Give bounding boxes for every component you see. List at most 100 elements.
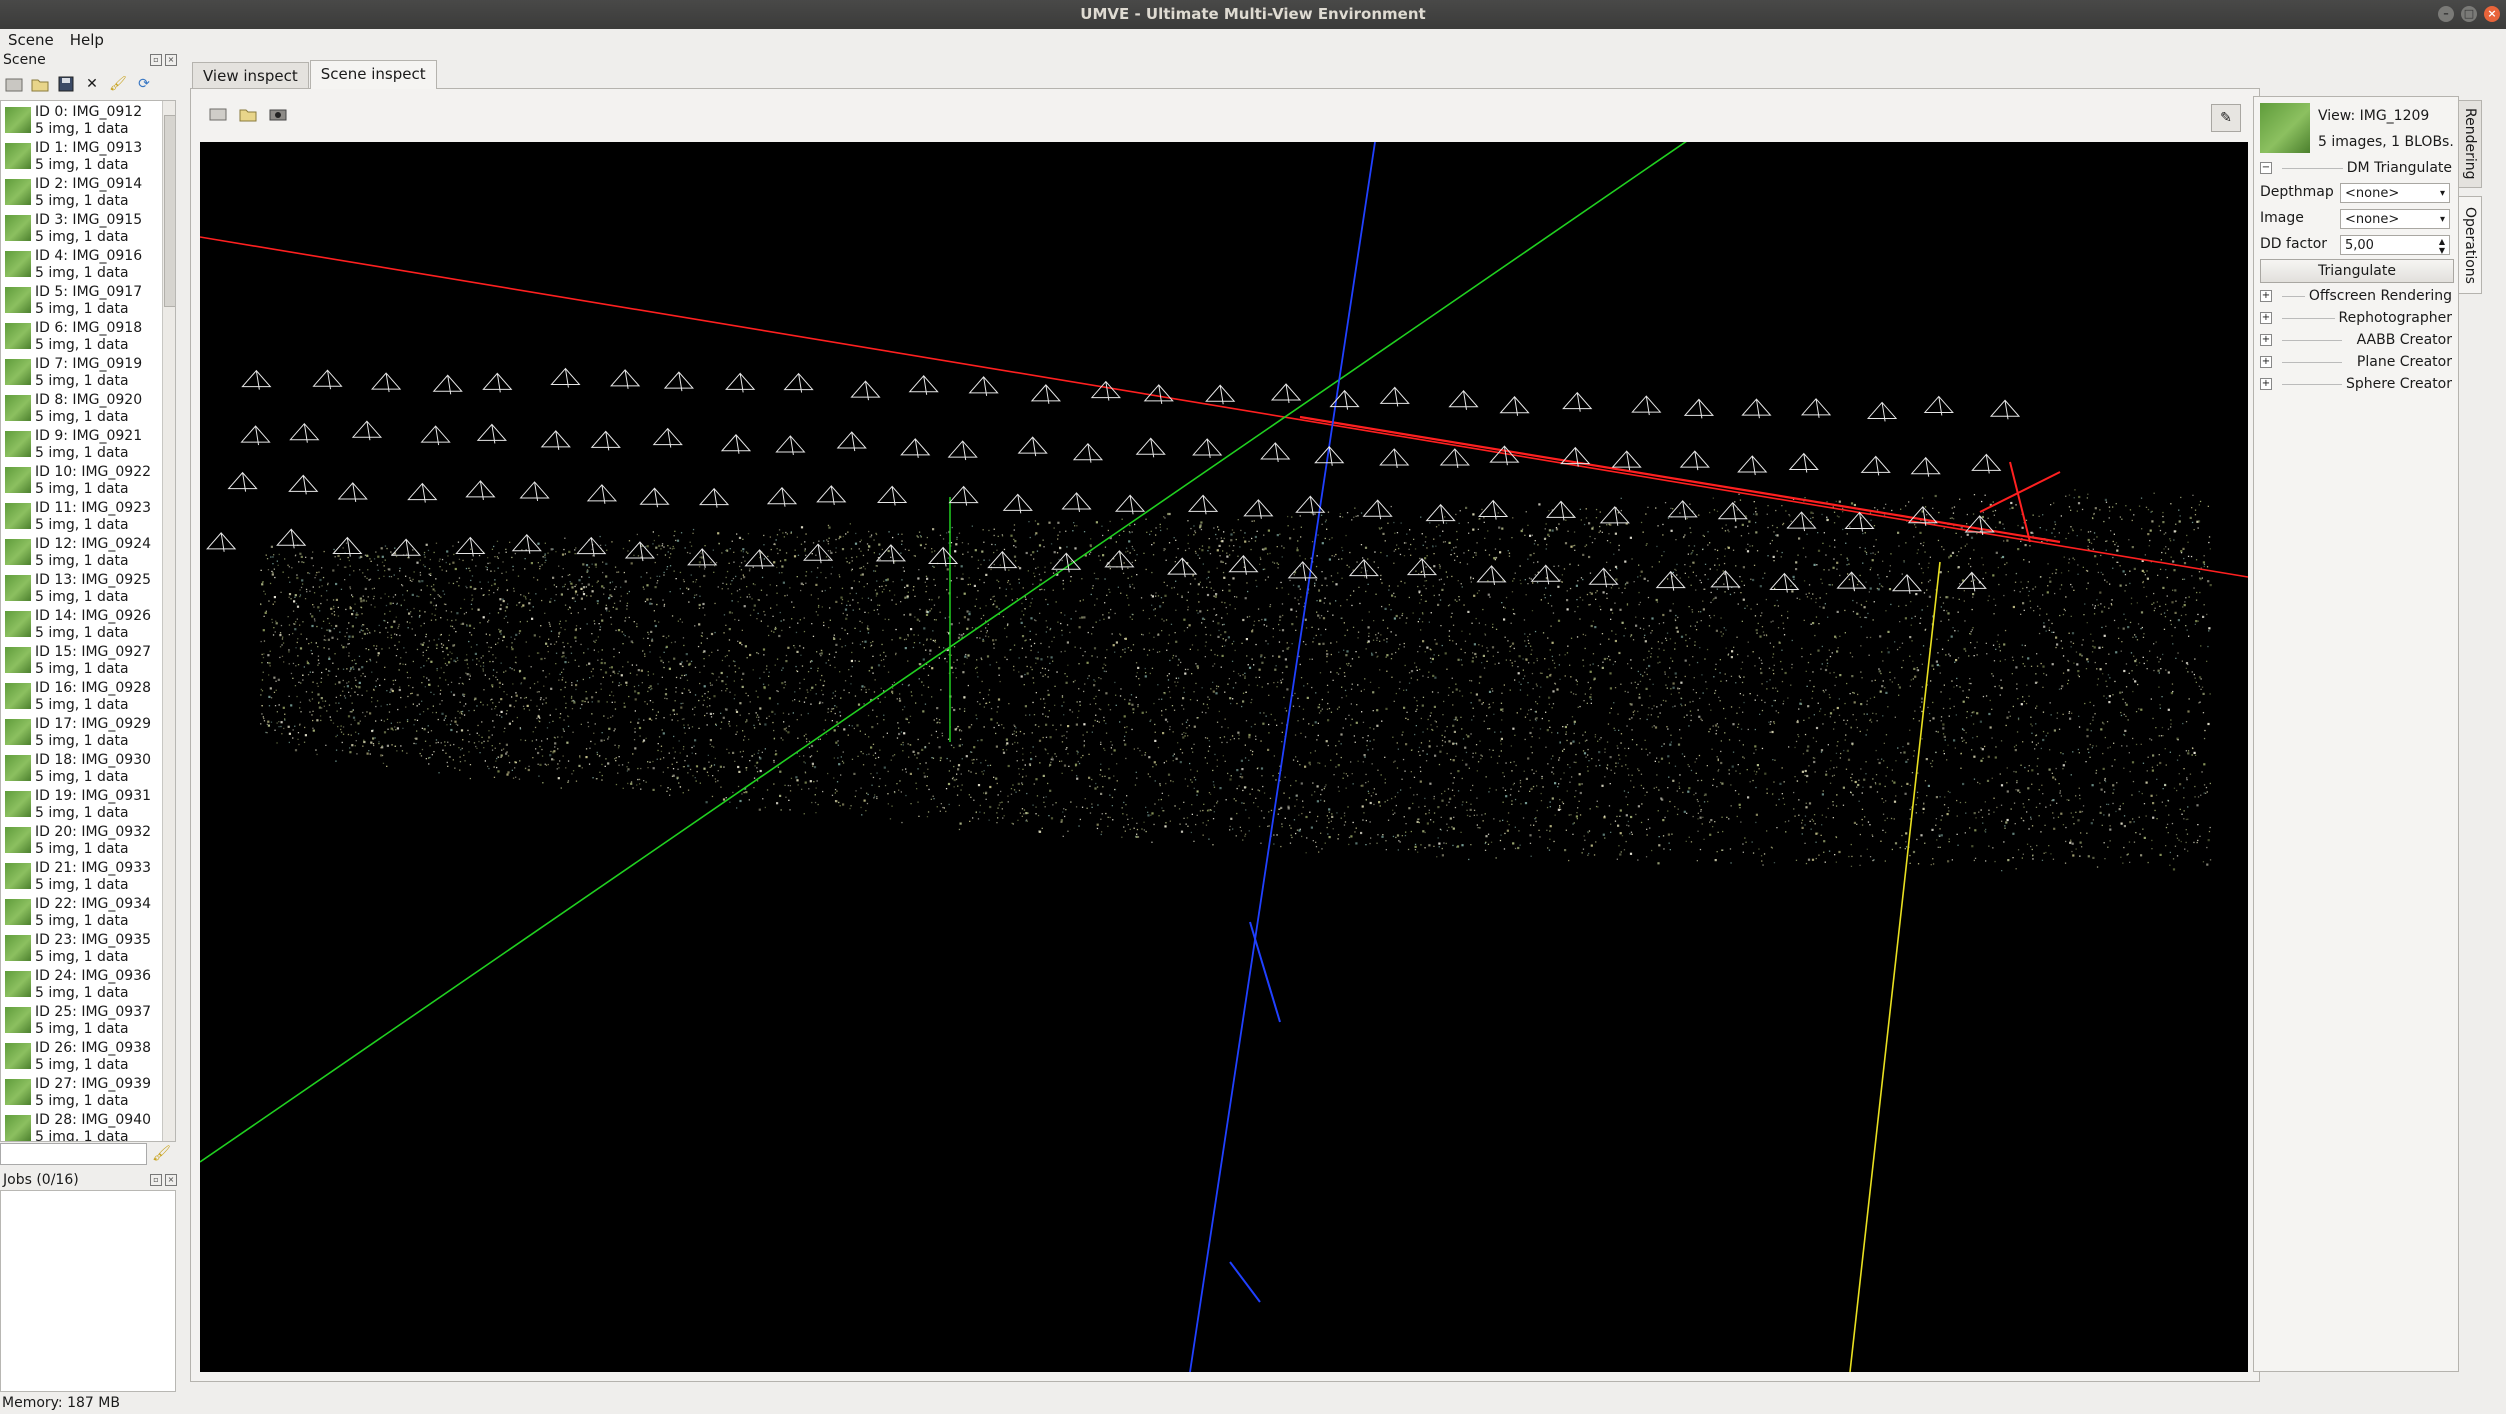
edit-icon[interactable]: ✎ <box>2211 104 2241 132</box>
new-scene-icon[interactable] <box>4 74 24 94</box>
view-list-item[interactable]: ID 17: IMG_0929 5 img, 1 data <box>3 715 153 751</box>
open-mesh-icon[interactable] <box>208 104 228 124</box>
close-scene-icon[interactable]: ✕ <box>82 74 102 94</box>
expand-icon[interactable]: + <box>2260 378 2272 390</box>
view-list-item[interactable]: ID 25: IMG_0937 5 img, 1 data <box>3 1003 153 1039</box>
view-list-item[interactable]: ID 12: IMG_0924 5 img, 1 data <box>3 535 153 571</box>
view-id-label: ID 15: IMG_0927 <box>35 644 152 660</box>
view-list-item[interactable]: ID 11: IMG_0923 5 img, 1 data <box>3 499 153 535</box>
view-info-label: 5 img, 1 data <box>35 337 129 353</box>
view-list-item[interactable]: ID 28: IMG_0940 5 img, 1 data <box>3 1111 153 1142</box>
view-list-scrollbar[interactable] <box>162 101 175 1141</box>
operation-group-header[interactable]: + Rephotographer <box>2260 308 2452 328</box>
expand-icon[interactable]: + <box>2260 290 2272 302</box>
depthmap-select[interactable]: <none> ▾ <box>2340 183 2450 203</box>
tab-view-inspect[interactable]: View inspect <box>192 62 309 89</box>
view-thumbnail <box>5 323 31 349</box>
view-list-item[interactable]: ID 19: IMG_0931 5 img, 1 data <box>3 787 153 823</box>
screenshot-icon[interactable] <box>268 104 288 124</box>
jobs-close-icon[interactable]: × <box>165 1174 177 1186</box>
view-info-label: 5 img, 1 data <box>35 157 129 173</box>
view-list-item[interactable]: ID 15: IMG_0927 5 img, 1 data <box>3 643 153 679</box>
view-list-item[interactable]: ID 0: IMG_0912 5 img, 1 data <box>3 103 153 139</box>
window-title: UMVE - Ultimate Multi-View Environment <box>1080 5 1426 23</box>
view-list-item[interactable]: ID 7: IMG_0919 5 img, 1 data <box>3 355 153 391</box>
dock-close-icon[interactable]: × <box>165 54 177 66</box>
tab-scene-inspect[interactable]: Scene inspect <box>309 60 437 89</box>
menu-scene[interactable]: Scene <box>0 29 62 51</box>
view-list-item[interactable]: ID 4: IMG_0916 5 img, 1 data <box>3 247 153 283</box>
clean-icon[interactable]: 🖌 <box>108 74 128 94</box>
operation-group-header[interactable]: + Plane Creator <box>2260 352 2452 372</box>
view-list-item[interactable]: ID 9: IMG_0921 5 img, 1 data <box>3 427 153 463</box>
maximize-icon[interactable]: □ <box>2461 6 2477 22</box>
view-list-item[interactable]: ID 8: IMG_0920 5 img, 1 data <box>3 391 153 427</box>
view-list-item[interactable]: ID 21: IMG_0933 5 img, 1 data <box>3 859 153 895</box>
expand-icon[interactable]: + <box>2260 312 2272 324</box>
view-list-item[interactable]: ID 2: IMG_0914 5 img, 1 data <box>3 175 153 211</box>
view-list-item[interactable]: ID 24: IMG_0936 5 img, 1 data <box>3 967 153 1003</box>
open-scene-icon[interactable] <box>30 74 50 94</box>
minimize-icon[interactable]: – <box>2438 6 2454 22</box>
view-id-label: ID 17: IMG_0929 <box>35 716 152 732</box>
jobs-float-icon[interactable]: ▫ <box>150 1174 162 1186</box>
view-list-item[interactable]: ID 6: IMG_0918 5 img, 1 data <box>3 319 153 355</box>
view-thumbnail <box>5 935 31 961</box>
spin-arrows-icon[interactable]: ▲ ▼ <box>2439 237 2445 255</box>
view-thumbnail <box>5 359 31 385</box>
view-info-label: 5 img, 1 data <box>35 193 129 209</box>
scrollbar-thumb[interactable] <box>164 115 175 307</box>
dd-factor-label: DD factor <box>2260 236 2328 252</box>
refresh-icon[interactable]: ⟳ <box>134 74 154 94</box>
operation-group-header[interactable]: + Offscreen Rendering <box>2260 286 2452 306</box>
tab-rendering[interactable]: Rendering <box>2458 100 2482 188</box>
save-scene-icon[interactable] <box>56 74 76 94</box>
view-thumbnail <box>5 827 31 853</box>
triangulate-button[interactable]: Triangulate <box>2260 259 2454 283</box>
point-cloud-render <box>200 142 2248 1372</box>
view-list-item[interactable]: ID 16: IMG_0928 5 img, 1 data <box>3 679 153 715</box>
collapse-icon[interactable]: − <box>2260 162 2272 174</box>
view-list-item[interactable]: ID 18: IMG_0930 5 img, 1 data <box>3 751 153 787</box>
operation-group-header[interactable]: + Sphere Creator <box>2260 374 2452 394</box>
aux-axis-line <box>1849 561 1941 1372</box>
clear-filter-icon[interactable]: 🖌 <box>152 1144 171 1162</box>
view-info-label: 5 img, 1 data <box>35 121 129 137</box>
view-thumbnail <box>5 503 31 529</box>
expand-icon[interactable]: + <box>2260 334 2272 346</box>
view-list-item[interactable]: ID 10: IMG_0922 5 img, 1 data <box>3 463 153 499</box>
menu-help[interactable]: Help <box>62 29 112 51</box>
view-list-item[interactable]: ID 3: IMG_0915 5 img, 1 data <box>3 211 153 247</box>
view-info-label: 5 img, 1 data <box>35 769 129 785</box>
view-id-label: ID 12: IMG_0924 <box>35 536 152 552</box>
view-list-item[interactable]: ID 27: IMG_0939 5 img, 1 data <box>3 1075 153 1111</box>
operation-group-header[interactable]: + AABB Creator <box>2260 330 2452 350</box>
load-folder-icon[interactable] <box>238 104 258 124</box>
view-list-item[interactable]: ID 5: IMG_0917 5 img, 1 data <box>3 283 153 319</box>
view-thumbnail <box>5 395 31 421</box>
image-select[interactable]: <none> ▾ <box>2340 209 2450 229</box>
image-label: Image <box>2260 210 2304 226</box>
filter-input[interactable] <box>0 1143 147 1165</box>
x-axis-line <box>1299 415 2061 544</box>
close-icon[interactable]: × <box>2484 6 2500 22</box>
view-list-item[interactable]: ID 26: IMG_0938 5 img, 1 data <box>3 1039 153 1075</box>
view-list-item[interactable]: ID 22: IMG_0934 5 img, 1 data <box>3 895 153 931</box>
scene-toolbar: ✕ 🖌 ⟳ <box>4 74 154 94</box>
jobs-list <box>0 1190 176 1392</box>
float-icon[interactable]: ▫ <box>150 54 162 66</box>
view-id-label: ID 23: IMG_0935 <box>35 932 152 948</box>
view-list-item[interactable]: ID 13: IMG_0925 5 img, 1 data <box>3 571 153 607</box>
expand-icon[interactable]: + <box>2260 356 2272 368</box>
view-info-label: 5 img, 1 data <box>35 301 129 317</box>
3d-viewport[interactable] <box>200 142 2248 1372</box>
tab-operations[interactable]: Operations <box>2458 196 2482 294</box>
view-thumbnail <box>5 755 31 781</box>
view-info-label: 5 img, 1 data <box>35 1129 129 1142</box>
view-list-item[interactable]: ID 23: IMG_0935 5 img, 1 data <box>3 931 153 967</box>
view-list-item[interactable]: ID 14: IMG_0926 5 img, 1 data <box>3 607 153 643</box>
view-list-item[interactable]: ID 1: IMG_0913 5 img, 1 data <box>3 139 153 175</box>
view-list-item[interactable]: ID 20: IMG_0932 5 img, 1 data <box>3 823 153 859</box>
dm-triangulate-header[interactable]: − DM Triangulate <box>2260 158 2452 178</box>
dd-factor-spinbox[interactable]: 5,00 ▲ ▼ <box>2340 235 2450 255</box>
